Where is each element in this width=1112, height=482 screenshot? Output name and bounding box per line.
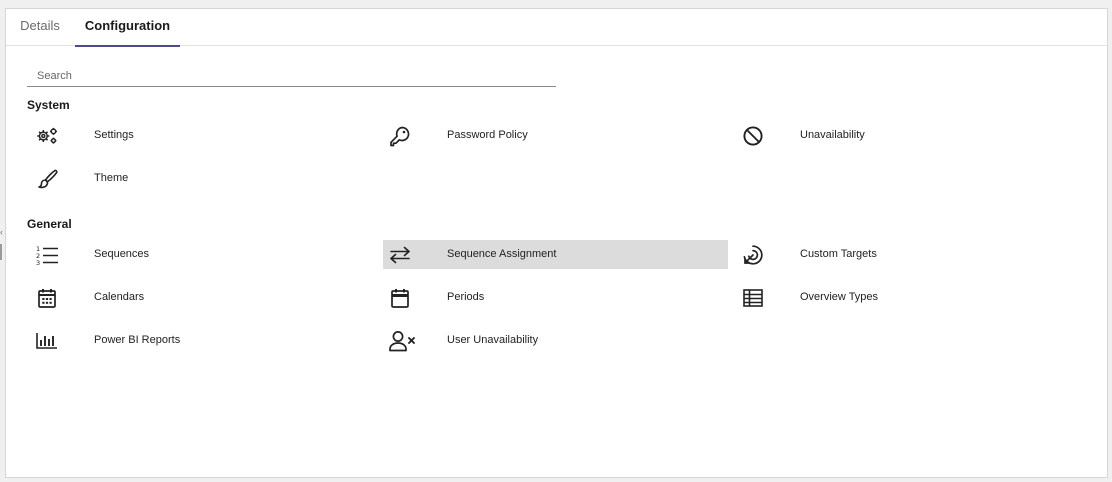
- password-policy-item[interactable]: Password Policy: [380, 121, 725, 150]
- theme-item[interactable]: Theme: [27, 164, 372, 193]
- tab-bar: Details Configuration: [6, 9, 1107, 47]
- overview-types-label: Overview Types: [800, 291, 879, 303]
- svg-text:3: 3: [36, 259, 40, 266]
- settings-label: Settings: [94, 129, 134, 141]
- block-icon: [741, 124, 765, 148]
- unavailability-item[interactable]: Unavailability: [733, 121, 1078, 150]
- search-input[interactable]: [27, 65, 556, 87]
- section-title-general: General: [27, 217, 72, 231]
- sequences-label: Sequences: [94, 248, 150, 260]
- settings-item[interactable]: Settings: [27, 121, 372, 150]
- power-bi-reports-label: Power BI Reports: [94, 334, 181, 346]
- user-remove-icon: [388, 329, 416, 353]
- calendars-item[interactable]: Calendars: [27, 283, 372, 312]
- unavailability-label: Unavailability: [800, 129, 865, 141]
- power-bi-reports-item[interactable]: Power BI Reports: [27, 326, 372, 355]
- password-policy-label: Password Policy: [447, 129, 528, 141]
- custom-targets-item[interactable]: Custom Targets: [733, 240, 1078, 269]
- sequence-assignment-item[interactable]: Sequence Assignment: [383, 240, 728, 269]
- periods-label: Periods: [447, 291, 485, 303]
- overview-types-item[interactable]: Overview Types: [733, 283, 1078, 312]
- numbered-list-icon: 1 2 3: [35, 243, 59, 267]
- resize-handle[interactable]: [0, 244, 2, 260]
- periods-item[interactable]: Periods: [380, 283, 725, 312]
- key-icon: [388, 124, 412, 148]
- calendars-label: Calendars: [94, 291, 145, 303]
- bar-chart-icon: [35, 329, 59, 353]
- brush-icon: [35, 167, 59, 191]
- calendar-icon: [388, 286, 412, 310]
- custom-targets-label: Custom Targets: [800, 248, 877, 260]
- tab-configuration[interactable]: Configuration: [75, 9, 180, 47]
- table-icon: [741, 286, 765, 310]
- collapse-arrow-icon[interactable]: ‹: [0, 228, 3, 237]
- theme-label: Theme: [94, 172, 129, 184]
- sequence-assignment-label: Sequence Assignment: [447, 248, 557, 260]
- user-unavailability-label: User Unavailability: [447, 334, 539, 346]
- tab-details[interactable]: Details: [8, 9, 72, 46]
- calendar-grid-icon: [35, 286, 59, 310]
- target-icon: [741, 243, 765, 267]
- gears-icon: [35, 124, 59, 148]
- swap-arrows-icon: [388, 243, 412, 267]
- user-unavailability-item[interactable]: User Unavailability: [380, 326, 725, 355]
- configuration-panel: Details Configuration System Settings: [5, 8, 1108, 478]
- section-title-system: System: [27, 98, 70, 112]
- sequences-item[interactable]: 1 2 3 Sequences: [27, 240, 372, 269]
